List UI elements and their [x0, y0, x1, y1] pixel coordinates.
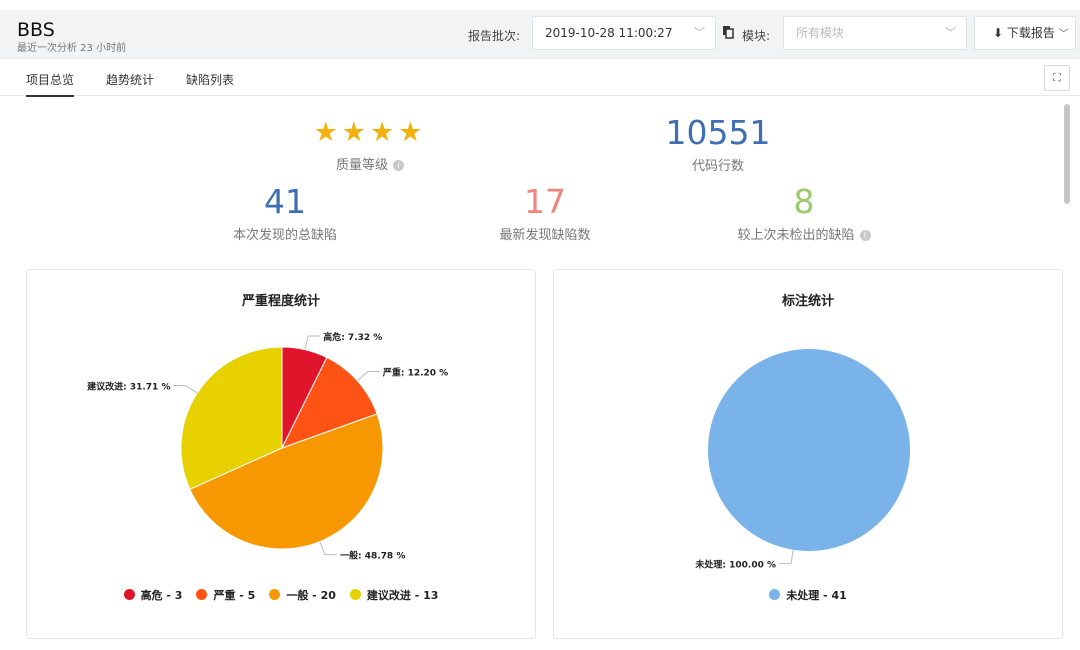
- tab-overview[interactable]: 项目总览: [26, 71, 75, 97]
- new-defects-value: 17: [524, 182, 566, 221]
- label-leader-line: [173, 384, 198, 394]
- legend-dot: [349, 589, 361, 600]
- legend-item[interactable]: 未处理 - 41: [769, 587, 847, 603]
- fullscreen-icon[interactable]: ⛶: [1044, 65, 1070, 91]
- label-leader-line: [304, 335, 321, 350]
- severity-card: 严重程度统计 高危: 7.32 % 严重: 12.20 % 一般: 48.78 % 建…: [26, 269, 536, 639]
- pie-percent-label: 一般: 48.78 %: [340, 550, 405, 562]
- project-title: BBS: [17, 19, 55, 41]
- module-label: 模块:: [742, 29, 771, 43]
- missed-defects-value: 8: [793, 182, 815, 221]
- severity-legend: 高危 - 3 严重 - 5 一般 - 20 建议改进 - 13: [27, 587, 535, 603]
- total-defects-metric: 41 本次发现的总缺陷: [185, 182, 385, 244]
- legend-label: 建议改进 - 13: [366, 589, 439, 602]
- lines-value: 10551: [665, 113, 771, 152]
- chevron-down-icon: ﹀: [1058, 29, 1069, 40]
- download-icon: ⬇: [993, 26, 1004, 40]
- batch-select[interactable]: 2019-10-28 11:00:27 ﹀: [532, 16, 716, 50]
- top-bar: BBS 最近一次分析 23 小时前 报告批次: 2019-10-28 11:00…: [0, 10, 1080, 59]
- quality-label: 质量等级: [335, 158, 388, 173]
- lines-label: 代码行数: [691, 159, 744, 174]
- legend-dot: [769, 589, 781, 600]
- last-analysis-text: 最近一次分析 23 小时前: [17, 43, 127, 54]
- tab-bar: 项目总览 趋势统计 缺陷列表 ⛶: [0, 59, 1080, 97]
- legend-item[interactable]: 建议改进 - 13: [349, 587, 439, 603]
- annotation-pie-chart: 未处理: 100.00 %: [694, 349, 910, 571]
- chevron-down-icon: ﹀: [945, 26, 956, 39]
- label-leader-line: [779, 549, 794, 565]
- legend-label: 未处理 - 41: [786, 589, 847, 602]
- missed-defects-metric: 8 较上次未检出的缺陷 i: [694, 184, 914, 243]
- legend-label: 一般 - 20: [286, 589, 336, 602]
- legend-dot: [123, 589, 135, 600]
- batch-label: 报告批次:: [468, 29, 521, 43]
- pie-percent-label: 高危: 7.32 %: [323, 331, 382, 343]
- chevron-down-icon: ﹀: [694, 26, 705, 39]
- legend-item[interactable]: 一般 - 20: [269, 587, 336, 603]
- quality-metric: ★★★★ 质量等级 i: [280, 117, 460, 173]
- batch-select-value: 2019-10-28 11:00:27: [545, 26, 673, 40]
- tab-defects[interactable]: 缺陷列表: [186, 71, 234, 88]
- pie-percent-label: 严重: 12.20 %: [382, 366, 448, 378]
- module-select-placeholder: 所有模块: [796, 26, 845, 40]
- total-defects-value: 41: [264, 182, 306, 221]
- legend-item[interactable]: 严重 - 5: [196, 587, 255, 603]
- new-defects-metric: 17 最新发现缺陷数: [445, 182, 645, 244]
- quality-stars: ★★★★: [313, 117, 427, 148]
- pie-percent-label: 未处理: 100.00 %: [694, 559, 776, 571]
- severity-pie-chart: 高危: 7.32 % 严重: 12.20 % 一般: 48.78 % 建议改进: 31…: [87, 331, 448, 562]
- info-icon[interactable]: i: [393, 160, 404, 171]
- download-report-button[interactable]: ⬇ 下载报告 ﹀: [974, 16, 1076, 50]
- scrollbar[interactable]: [1064, 104, 1070, 204]
- download-report-label: 下载报告: [1006, 26, 1055, 40]
- legend-dot: [196, 589, 208, 600]
- pie-slice-1[interactable]: [708, 349, 910, 551]
- legend-dot: [269, 589, 281, 600]
- pie-percent-label: 建议改进: 31.71 %: [87, 380, 170, 392]
- new-defects-label: 最新发现缺陷数: [499, 228, 591, 243]
- legend-label: 高危 - 3: [140, 589, 183, 602]
- annotation-card: 标注统计 未处理: 100.00 % 未处理 - 41: [553, 269, 1063, 639]
- annotation-legend: 未处理 - 41: [554, 587, 1062, 603]
- info-icon[interactable]: i: [859, 230, 871, 241]
- total-defects-label: 本次发现的总缺陷: [232, 228, 337, 243]
- label-leader-line: [319, 541, 337, 556]
- tab-trend[interactable]: 趋势统计: [106, 71, 154, 88]
- copy-icon[interactable]: [722, 25, 734, 39]
- legend-label: 严重 - 5: [213, 589, 256, 602]
- missed-defects-label: 较上次未检出的缺陷: [737, 228, 855, 243]
- module-select[interactable]: 所有模块 ﹀: [783, 16, 967, 50]
- label-leader-line: [357, 370, 380, 382]
- lines-metric: 10551 代码行数: [618, 113, 818, 175]
- legend-item[interactable]: 高危 - 3: [123, 587, 183, 603]
